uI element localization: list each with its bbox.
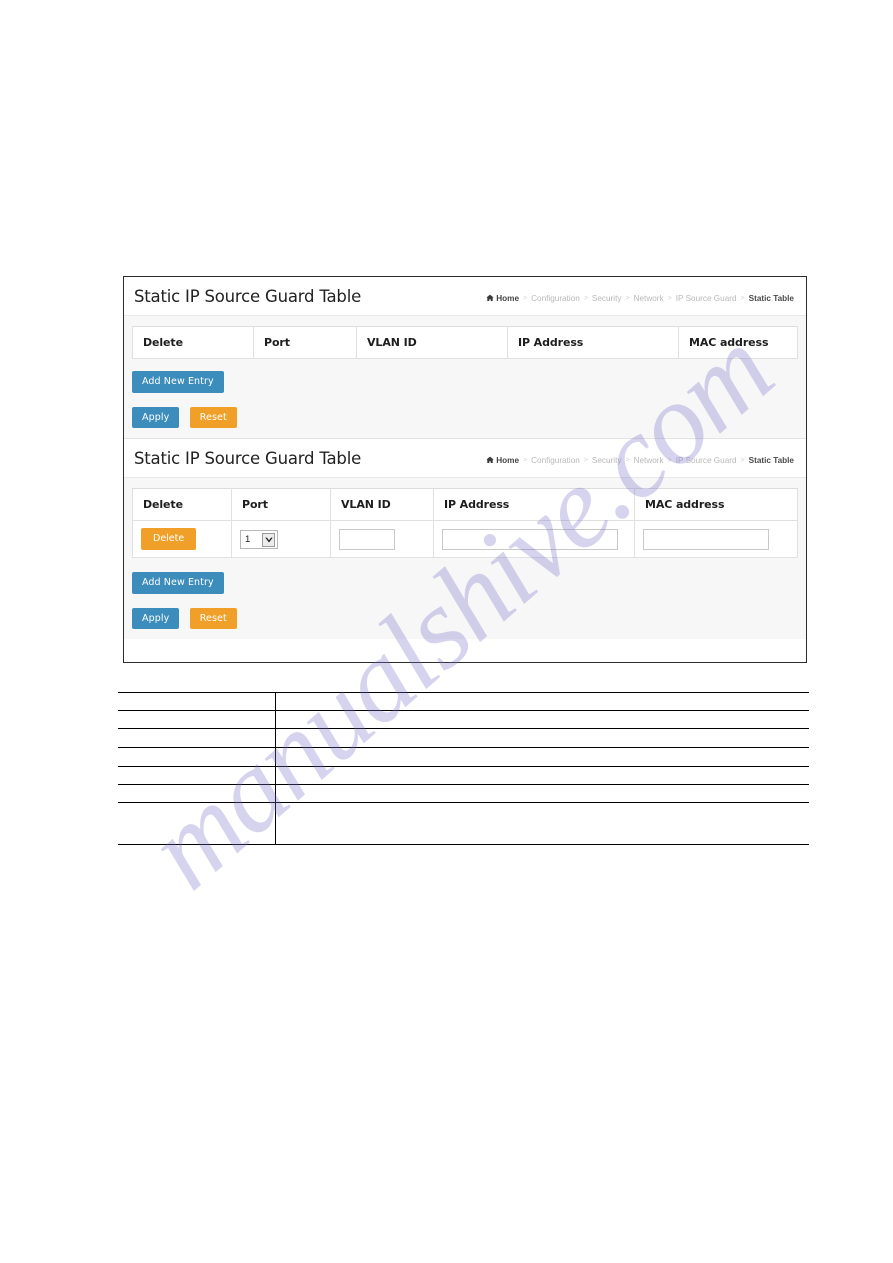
cell-term bbox=[118, 747, 276, 767]
document-page: Static IP Source Guard Table Home > Conf… bbox=[0, 0, 893, 1263]
cell-term bbox=[118, 692, 276, 711]
add-new-entry-row-bottom: Add New Entry bbox=[132, 570, 798, 594]
table-row: Delete 1 bbox=[132, 520, 798, 558]
cell-description bbox=[275, 692, 809, 711]
column-header-port: Port bbox=[253, 326, 357, 359]
port-select[interactable]: 1 bbox=[240, 530, 278, 550]
description-table bbox=[118, 692, 809, 845]
table-row bbox=[118, 692, 809, 711]
breadcrumb-separator: > bbox=[740, 294, 745, 302]
vlan-id-input[interactable] bbox=[339, 528, 395, 550]
column-header-port: Port bbox=[231, 488, 331, 521]
breadcrumb-label-home: Home bbox=[496, 455, 520, 465]
add-new-entry-button[interactable]: Add New Entry bbox=[132, 572, 224, 594]
cell-term bbox=[118, 784, 276, 803]
table-row bbox=[118, 766, 809, 785]
table-row bbox=[118, 728, 809, 748]
delete-row-button[interactable]: Delete bbox=[141, 528, 197, 550]
cell-description bbox=[275, 747, 809, 767]
breadcrumb-separator: > bbox=[523, 294, 528, 302]
cell-description bbox=[275, 784, 809, 803]
breadcrumb-separator: > bbox=[583, 294, 588, 302]
chevron-down-icon[interactable] bbox=[262, 532, 275, 547]
add-new-entry-button[interactable]: Add New Entry bbox=[132, 371, 224, 393]
breadcrumb-item-security[interactable]: Security bbox=[592, 294, 622, 303]
table-row bbox=[118, 747, 809, 767]
breadcrumb-item-home[interactable]: Home bbox=[486, 294, 519, 303]
reset-button[interactable]: Reset bbox=[189, 406, 237, 428]
reset-button[interactable]: Reset bbox=[189, 607, 237, 629]
screenshot-figure: Static IP Source Guard Table Home > Conf… bbox=[123, 276, 807, 663]
breadcrumb: Home > Configuration > Security > Networ… bbox=[486, 294, 796, 303]
breadcrumb-separator: > bbox=[740, 456, 745, 464]
cell-description bbox=[275, 766, 809, 785]
cell-term bbox=[118, 766, 276, 785]
breadcrumb-separator: > bbox=[523, 456, 528, 464]
breadcrumb-separator: > bbox=[625, 294, 630, 302]
column-header-vlan-id: VLAN ID bbox=[356, 326, 508, 359]
home-icon bbox=[486, 294, 494, 302]
panel-header-top: Static IP Source Guard Table Home > Conf… bbox=[124, 277, 806, 316]
cell-port: 1 bbox=[231, 520, 331, 558]
panel-static-ip-source-guard-bottom: Static IP Source Guard Table Home > Conf… bbox=[124, 438, 806, 639]
table-row bbox=[118, 802, 809, 845]
column-header-mac-address: MAC address bbox=[634, 488, 798, 521]
breadcrumb-item-static-table: Static Table bbox=[748, 293, 794, 303]
panel-body-bottom: Delete Port VLAN ID IP Address MAC addre… bbox=[124, 478, 806, 639]
cell-description bbox=[275, 710, 809, 729]
breadcrumb-label-home: Home bbox=[496, 293, 520, 303]
page-title: Static IP Source Guard Table bbox=[134, 287, 362, 306]
column-header-ip-address: IP Address bbox=[507, 326, 679, 359]
breadcrumb: Home > Configuration > Security > Networ… bbox=[486, 456, 796, 465]
breadcrumb-separator: > bbox=[667, 456, 672, 464]
table-row bbox=[118, 784, 809, 803]
panel-static-ip-source-guard-top: Static IP Source Guard Table Home > Conf… bbox=[124, 277, 806, 438]
column-header-mac-address: MAC address bbox=[678, 326, 798, 359]
apply-button[interactable]: Apply bbox=[132, 607, 180, 629]
breadcrumb-item-configuration[interactable]: Configuration bbox=[531, 456, 580, 465]
breadcrumb-item-ip-source-guard[interactable]: IP Source Guard bbox=[676, 294, 737, 303]
cell-ip-address bbox=[433, 520, 635, 558]
breadcrumb-item-static-table: Static Table bbox=[748, 455, 794, 465]
cell-vlan-id bbox=[330, 520, 434, 558]
breadcrumb-item-home[interactable]: Home bbox=[486, 456, 519, 465]
cell-description bbox=[275, 802, 809, 845]
breadcrumb-separator: > bbox=[667, 294, 672, 302]
breadcrumb-item-ip-source-guard[interactable]: IP Source Guard bbox=[676, 456, 737, 465]
panel-header-bottom: Static IP Source Guard Table Home > Conf… bbox=[124, 439, 806, 478]
breadcrumb-item-configuration[interactable]: Configuration bbox=[531, 294, 580, 303]
breadcrumb-separator: > bbox=[625, 456, 630, 464]
panel-body-top: Delete Port VLAN ID IP Address MAC addre… bbox=[124, 316, 806, 438]
page-title: Static IP Source Guard Table bbox=[134, 449, 362, 468]
apply-button[interactable]: Apply bbox=[132, 406, 180, 428]
breadcrumb-item-network[interactable]: Network bbox=[634, 294, 664, 303]
table-row bbox=[118, 710, 809, 729]
action-button-row-top: Apply Reset bbox=[132, 405, 798, 428]
column-header-delete: Delete bbox=[132, 488, 232, 521]
cell-mac-address bbox=[634, 520, 798, 558]
mac-address-input[interactable] bbox=[643, 528, 769, 550]
breadcrumb-item-network[interactable]: Network bbox=[634, 456, 664, 465]
breadcrumb-separator: > bbox=[583, 456, 588, 464]
column-header-ip-address: IP Address bbox=[433, 488, 635, 521]
table-header-row: Delete Port VLAN ID IP Address MAC addre… bbox=[132, 326, 798, 359]
static-ip-source-guard-table-top: Delete Port VLAN ID IP Address MAC addre… bbox=[132, 326, 798, 359]
add-new-entry-row-top: Add New Entry bbox=[132, 369, 798, 393]
cell-term bbox=[118, 802, 276, 845]
cell-description bbox=[275, 728, 809, 748]
port-select-value: 1 bbox=[245, 533, 251, 545]
table-header-row: Delete Port VLAN ID IP Address MAC addre… bbox=[132, 488, 798, 521]
breadcrumb-item-security[interactable]: Security bbox=[592, 456, 622, 465]
column-header-vlan-id: VLAN ID bbox=[330, 488, 434, 521]
cell-term bbox=[118, 710, 276, 729]
column-header-delete: Delete bbox=[132, 326, 254, 359]
cell-delete: Delete bbox=[132, 520, 232, 558]
action-button-row-bottom: Apply Reset bbox=[132, 606, 798, 629]
cell-term bbox=[118, 728, 276, 748]
home-icon bbox=[486, 456, 494, 464]
static-ip-source-guard-table-bottom: Delete Port VLAN ID IP Address MAC addre… bbox=[132, 488, 798, 558]
ip-address-input[interactable] bbox=[442, 528, 618, 550]
